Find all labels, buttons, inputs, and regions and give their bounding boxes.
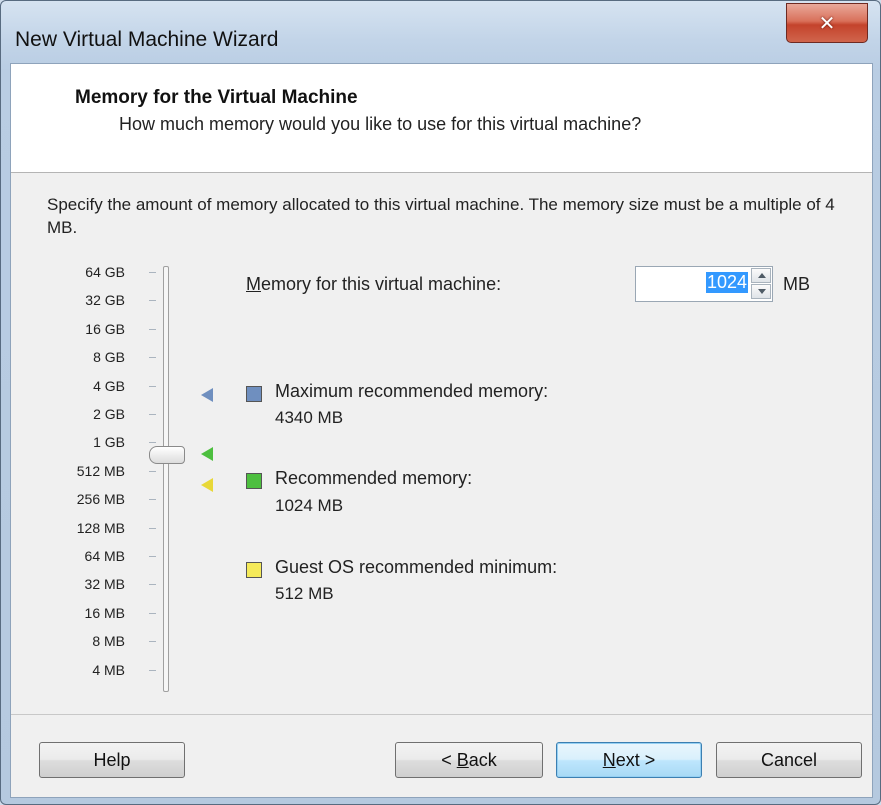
page-title: Memory for the Virtual Machine (75, 87, 358, 108)
scale-label: 512 MB (76, 462, 125, 479)
minimum-value: 512 MB (275, 584, 334, 603)
memory-slider-track[interactable] (163, 266, 169, 692)
scale-label: 32 MB (84, 576, 125, 593)
memory-value-input[interactable]: 1024 (705, 272, 748, 293)
max-recommended-label: Maximum recommended memory: (275, 381, 549, 401)
cancel-button[interactable]: Cancel (716, 742, 862, 778)
scale-tick (149, 442, 156, 444)
scale-tick (149, 272, 156, 273)
scale-label: 2 GB (93, 406, 125, 422)
scale-tick (149, 300, 156, 302)
scale-label: 64 MB (84, 548, 125, 564)
scale-label: 16 MB (84, 604, 125, 621)
scale-tick (149, 414, 156, 415)
scale-tick (149, 385, 156, 387)
memory-description: Specify the amount of memory allocated t… (47, 195, 835, 237)
scale-label: 4 MB (92, 661, 125, 678)
window-title: New Virtual Machine Wizard (15, 28, 279, 51)
title-bar[interactable]: New Virtual Machine Wizard ✕ (1, 1, 880, 63)
spinner-buttons (751, 268, 771, 300)
max-recommended-marker-icon (201, 388, 213, 402)
page-subtitle: How much memory would you like to use fo… (119, 114, 642, 134)
button-separator (11, 714, 872, 715)
wizard-window: New Virtual Machine Wizard ✕ Memory for … (0, 0, 881, 805)
minimum-label: Guest OS recommended minimum: (275, 557, 558, 577)
next-label: Next > (602, 749, 656, 770)
scale-label: 4 GB (93, 377, 125, 394)
recommended-label: Recommended memory: (275, 468, 473, 488)
cancel-label: Cancel (760, 749, 818, 770)
minimum-swatch (246, 562, 262, 578)
close-icon: ✕ (818, 11, 836, 35)
scale-tick (149, 527, 156, 529)
help-button[interactable]: Help (39, 742, 185, 778)
spinner-down-icon[interactable] (751, 284, 771, 299)
recommended-marker-icon (201, 447, 213, 461)
scale-tick (149, 357, 156, 359)
scale-tick (149, 499, 156, 501)
scale-label: 8 MB (92, 633, 125, 650)
wizard-body: Memory for the Virtual Machine How much … (10, 63, 873, 798)
scale-label: 64 GB (85, 264, 125, 280)
scale-tick (149, 669, 156, 671)
scale-tick (149, 612, 156, 614)
wizard-header: Memory for the Virtual Machine How much … (11, 64, 872, 173)
back-button[interactable]: < Back (395, 742, 543, 778)
scale-label: 16 GB (85, 320, 125, 337)
close-button[interactable]: ✕ (786, 3, 868, 43)
scale-tick (149, 328, 156, 330)
scale-tick (149, 556, 156, 557)
scale-label: 1 GB (93, 434, 125, 451)
memory-label-accel: M (246, 274, 261, 294)
memory-spinner[interactable]: 1024 (635, 266, 773, 302)
memory-label: Memory for this virtual machine: (246, 274, 501, 295)
scale-tick (149, 641, 156, 643)
back-label: < Back (441, 749, 497, 770)
memory-slider-thumb[interactable] (149, 446, 185, 464)
memory-unit: MB (783, 274, 810, 294)
max-recommended-value: 4340 MB (275, 408, 344, 427)
scale-tick (149, 470, 156, 472)
memory-label-text: emory for this virtual machine: (261, 274, 502, 294)
max-recommended-swatch (246, 386, 262, 402)
scale-label: 128 MB (76, 519, 125, 536)
spinner-up-icon[interactable] (751, 268, 771, 283)
scale-label: 32 GB (85, 292, 125, 309)
minimum-marker-icon (201, 478, 213, 492)
help-label: Help (93, 749, 131, 770)
scale-tick (149, 584, 156, 586)
scale-label: 256 MB (76, 491, 125, 508)
recommended-swatch (246, 473, 262, 489)
next-button[interactable]: Next > (556, 742, 702, 778)
scale-label: 8 GB (93, 349, 125, 366)
recommended-value: 1024 MB (275, 496, 344, 515)
